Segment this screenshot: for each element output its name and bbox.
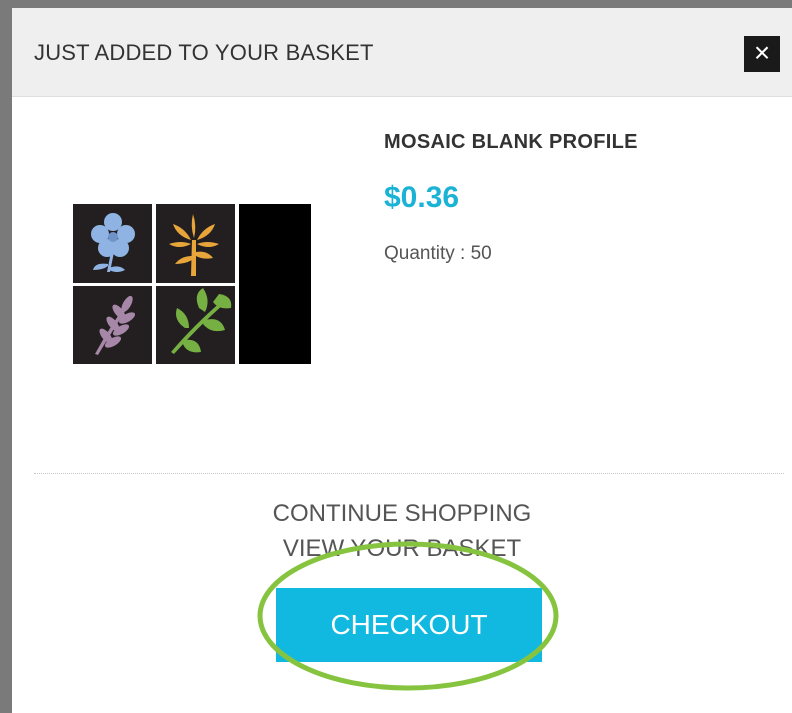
product-price: $0.36 [384, 181, 460, 214]
basket-modal: JUST ADDED TO YOUR BASKET × MOSAIC BLANK… [12, 8, 792, 713]
close-icon: × [753, 37, 771, 68]
product-name: MOSAIC BLANK PROFILE [384, 131, 638, 153]
view-basket-link[interactable]: VIEW YOUR BASKET [12, 535, 792, 563]
checkout-button[interactable]: CHECKOUT [276, 588, 542, 662]
modal-header: JUST ADDED TO YOUR BASKET × [12, 8, 792, 97]
modal-title: JUST ADDED TO YOUR BASKET [34, 40, 374, 65]
continue-shopping-link[interactable]: CONTINUE SHOPPING [12, 500, 792, 528]
divider [34, 473, 784, 474]
close-button[interactable]: × [744, 36, 780, 72]
product-image [73, 204, 311, 364]
product-quantity: Quantity : 50 [384, 243, 492, 264]
